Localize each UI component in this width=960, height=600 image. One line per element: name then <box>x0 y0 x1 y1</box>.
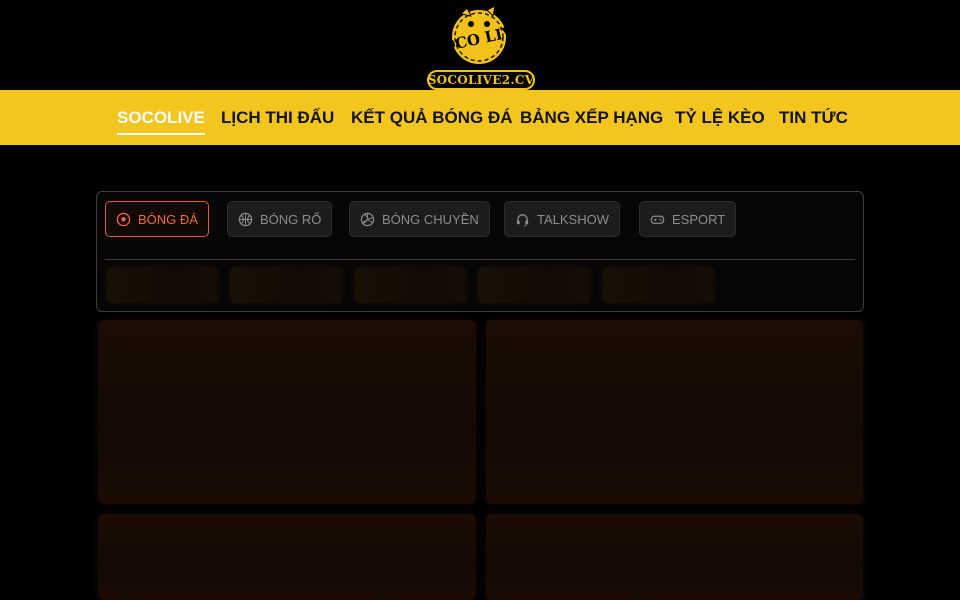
soccer-ball-icon <box>116 212 131 226</box>
tab-bong-da[interactable]: BÓNG ĐÁ <box>105 201 209 237</box>
tab-bong-ro[interactable]: BÓNG RỔ <box>227 201 333 237</box>
nav-item-news[interactable]: TIN TỨC <box>779 90 848 145</box>
logo-emblem-icon: SOCO LIVE <box>447 5 511 66</box>
match-card-placeholder[interactable] <box>486 514 863 600</box>
tab-bong-chuyen-label: BÓNG CHUYỀN <box>382 211 479 227</box>
match-card-placeholder[interactable] <box>98 320 476 504</box>
league-chip-placeholder[interactable] <box>602 267 714 303</box>
tab-esport-label: ESPORT <box>672 211 726 227</box>
logo-domain: SOCOLIVE2.CV <box>427 70 535 90</box>
site-header: SOCO LIVE SOCOLIVE2.CV <box>0 0 960 90</box>
tab-talkshow[interactable]: TALKSHOW <box>504 201 620 237</box>
nav-item-results[interactable]: KẾT QUẢ BÓNG ĐÁ <box>351 90 513 145</box>
league-chip-placeholder[interactable] <box>478 267 590 303</box>
basketball-icon <box>238 212 253 226</box>
tab-bong-ro-label: BÓNG RỔ <box>260 211 322 227</box>
volleyball-icon <box>360 212 375 226</box>
headset-icon <box>516 213 529 227</box>
nav-item-odds[interactable]: TỶ LỆ KÈO <box>675 90 765 145</box>
main-nav: SOCOLIVE LỊCH THI ĐẤU KẾT QUẢ BÓNG ĐÁ BẢ… <box>0 90 960 145</box>
tab-esport[interactable]: ESPORT <box>639 201 737 237</box>
nav-item-standings[interactable]: BẢNG XẾP HẠNG <box>520 90 663 145</box>
league-chip-placeholder[interactable] <box>106 267 218 303</box>
sports-filter-panel: BÓNG ĐÁ BÓNG RỔ BÓNG CHUYỀN TALKSHOW ESP… <box>96 191 864 312</box>
league-chip-placeholder[interactable] <box>230 267 342 303</box>
match-card-placeholder[interactable] <box>98 514 476 600</box>
tab-bong-da-label: BÓNG ĐÁ <box>138 211 198 227</box>
gamepad-icon <box>650 215 665 224</box>
nav-item-schedule[interactable]: LỊCH THI ĐẤU <box>221 90 334 145</box>
panel-divider <box>105 259 855 260</box>
tab-bong-chuyen[interactable]: BÓNG CHUYỀN <box>349 201 490 237</box>
site-logo[interactable]: SOCO LIVE SOCOLIVE2.CV <box>427 4 535 90</box>
match-card-placeholder[interactable] <box>486 320 863 504</box>
tab-talkshow-label: TALKSHOW <box>537 211 609 227</box>
nav-item-socolive[interactable]: SOCOLIVE <box>117 90 205 145</box>
league-chip-placeholder[interactable] <box>354 267 466 303</box>
